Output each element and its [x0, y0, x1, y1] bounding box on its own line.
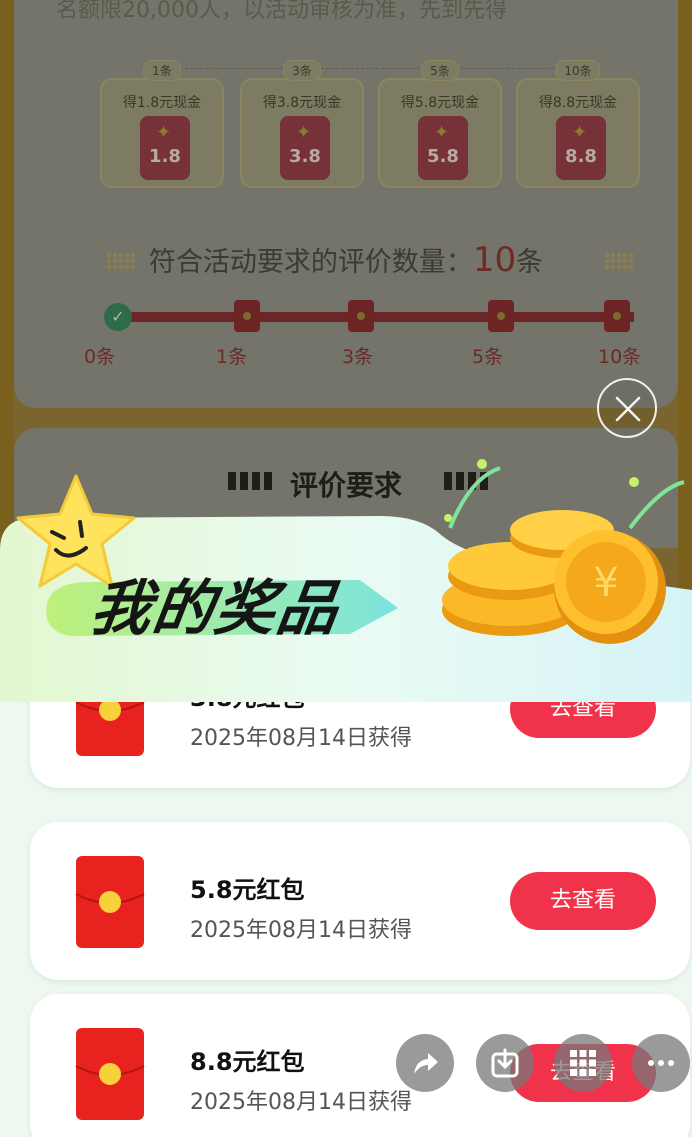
modal-header: 我的奖品 ¥ — [0, 459, 692, 702]
red-envelope-node-icon — [488, 300, 514, 332]
sparkle-icon: ✦ — [296, 122, 312, 143]
progress-node-label: 10条 — [598, 346, 642, 368]
sparkle-icon: ✦ — [434, 122, 450, 143]
tier-count: 5条 — [421, 60, 459, 81]
red-envelope-icon: ✦ 3.8 — [280, 116, 330, 180]
red-envelope-icon: ✦ 5.8 — [418, 116, 468, 180]
prize-date: 2025年08月14日获得 — [190, 918, 412, 943]
prize-card: 5.8元红包 2025年08月14日获得 去查看 — [30, 822, 690, 980]
check-icon: ✓ — [104, 303, 132, 331]
more-button[interactable] — [632, 1034, 690, 1092]
gold-coins-icon: ¥ — [442, 459, 685, 644]
tier-card: 10条 得8.8元现金 ✦ 8.8 — [516, 60, 640, 188]
tier-amount: 1.8 — [149, 146, 181, 167]
tier-count: 1条 — [143, 60, 181, 81]
progress-count: 10 — [472, 240, 517, 280]
intro-text: 名额限20,000人，以活动审核为准，先到先得 — [56, 0, 507, 23]
progress-node-label: 3条 — [342, 346, 374, 368]
close-icon — [615, 396, 641, 422]
progress-node-label: 5条 — [472, 346, 504, 368]
tier-card: 5条 得5.8元现金 ✦ 5.8 — [378, 60, 502, 188]
red-envelope-node-icon — [348, 300, 374, 332]
download-button[interactable] — [476, 1034, 534, 1092]
tier-amount: 5.8 — [427, 146, 459, 167]
sparkle-icon: ✦ — [572, 122, 588, 143]
prize-date: 2025年08月14日获得 — [190, 1090, 412, 1115]
share-button[interactable] — [396, 1034, 454, 1092]
prize-date: 2025年08月14日获得 — [190, 726, 412, 751]
progress-node-label: 0条 — [84, 346, 116, 368]
red-envelope-node-icon — [604, 300, 630, 332]
red-envelope-icon — [75, 1028, 145, 1120]
activity-card: 名额限20,000人，以活动审核为准，先到先得 1条 得1.8元现金 ✦ 1.8… — [14, 0, 678, 408]
tier-card: 3条 得3.8元现金 ✦ 3.8 — [240, 60, 364, 188]
close-button[interactable] — [597, 378, 657, 438]
tier-connector — [160, 68, 580, 69]
sparkle-icon: ✦ — [156, 122, 172, 143]
progress-title: 符合活动要求的评价数量：10条 — [14, 240, 678, 280]
grid-menu-button[interactable] — [554, 1034, 612, 1092]
prize-title: 8.8元红包 — [190, 1048, 305, 1076]
view-prize-button[interactable]: 去查看 — [510, 872, 656, 930]
progress-node-label: 1条 — [216, 346, 248, 368]
tier-reward: 得3.8元现金 — [262, 95, 342, 111]
modal-title: 我的奖品 — [86, 574, 345, 644]
tier-reward: 得1.8元现金 — [122, 95, 202, 111]
svg-text:¥: ¥ — [593, 560, 618, 606]
tier-card: 1条 得1.8元现金 ✦ 1.8 — [100, 60, 224, 188]
tier-count: 3条 — [283, 60, 321, 81]
grid-icon — [570, 1050, 596, 1076]
tier-count: 10条 — [555, 60, 601, 81]
tier-reward: 得5.8元现金 — [400, 95, 480, 111]
progress-label: 符合活动要求的评价数量： — [148, 247, 473, 278]
reward-tiers: 1条 得1.8元现金 ✦ 1.8 3条 得3.8元现金 ✦ 3.8 5条 得5.… — [100, 56, 640, 190]
tier-reward: 得8.8元现金 — [538, 95, 618, 111]
red-envelope-icon: ✦ 1.8 — [140, 116, 190, 180]
tier-amount: 3.8 — [289, 146, 321, 167]
progress-track — [114, 312, 634, 322]
share-icon — [414, 1053, 438, 1074]
tier-amount: 8.8 — [565, 146, 597, 167]
red-envelope-icon — [75, 856, 145, 948]
red-envelope-node-icon — [234, 300, 260, 332]
more-icon — [648, 1060, 674, 1066]
red-envelope-icon: ✦ 8.8 — [556, 116, 606, 180]
progress-unit: 条 — [516, 247, 544, 278]
prize-title: 5.8元红包 — [190, 876, 305, 904]
download-icon — [491, 1048, 519, 1078]
